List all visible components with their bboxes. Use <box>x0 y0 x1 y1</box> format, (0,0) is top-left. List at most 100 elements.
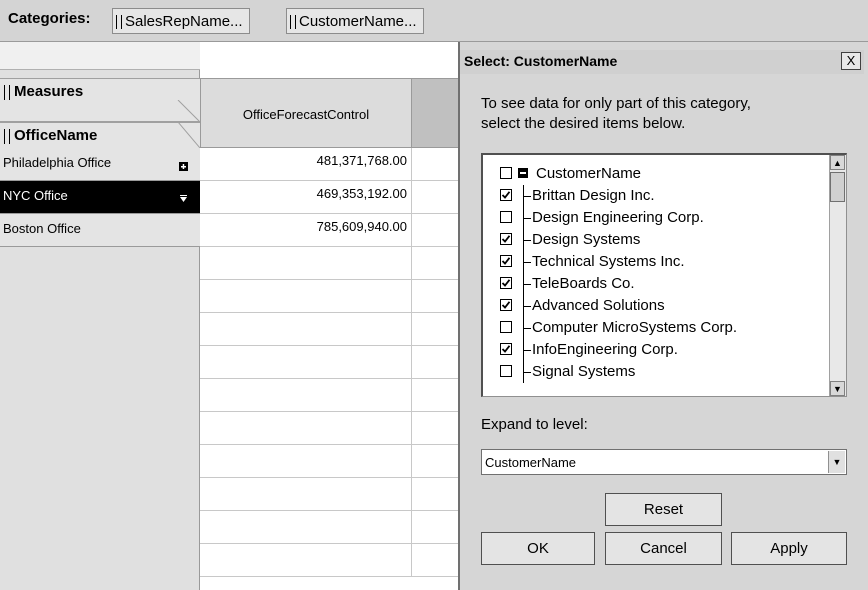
tree-connector <box>520 361 532 383</box>
row-header-label: Boston Office <box>3 221 81 236</box>
checkmark-icon <box>501 345 511 353</box>
tab-notch <box>178 122 200 148</box>
grid-cell[interactable] <box>200 346 412 379</box>
close-button[interactable]: X <box>841 52 861 70</box>
grid-cell[interactable] <box>412 214 460 247</box>
list-item-label: CustomerName <box>536 165 642 182</box>
grid-cell[interactable] <box>412 346 460 379</box>
close-icon: X <box>846 53 856 68</box>
grid-cell[interactable] <box>200 511 412 544</box>
grid-cell[interactable] <box>200 379 412 412</box>
grid-cell[interactable] <box>412 181 460 214</box>
grid-cell[interactable] <box>412 445 460 478</box>
checkmark-icon <box>501 191 511 199</box>
list-item-label: InfoEngineering Corp. <box>532 341 678 358</box>
grid-cell[interactable] <box>412 412 460 445</box>
grid-cell[interactable] <box>200 445 412 478</box>
checkbox[interactable] <box>500 277 512 289</box>
checkbox[interactable] <box>500 211 512 223</box>
grid-cell[interactable] <box>200 478 412 511</box>
drag-handle-icon[interactable] <box>4 129 10 144</box>
checkbox[interactable] <box>500 343 512 355</box>
drag-handle-icon[interactable] <box>116 15 122 29</box>
grid-cell[interactable] <box>200 247 412 280</box>
checkbox[interactable] <box>500 189 512 201</box>
categories-label: Categories: <box>8 10 91 27</box>
checkbox[interactable] <box>500 299 512 311</box>
grid-cell[interactable] <box>412 511 460 544</box>
checkbox[interactable] <box>500 233 512 245</box>
row-header-philadelphia[interactable]: Philadelphia Office <box>0 148 200 181</box>
grid-cell[interactable] <box>412 148 460 181</box>
category-chip-label: SalesRepName... <box>125 13 243 30</box>
list-item-label: Design Systems <box>532 231 641 248</box>
list-item-label: Brittan Design Inc. <box>532 187 655 204</box>
checkbox[interactable] <box>500 167 512 179</box>
grid-cell[interactable] <box>412 280 460 313</box>
list-item-label: Technical Systems Inc. <box>532 253 685 270</box>
scroll-up-icon[interactable]: ▲ <box>830 155 845 170</box>
dialog-instructions: To see data for only part of this catego… <box>481 94 841 134</box>
list-item-label: TeleBoards Co. <box>532 275 635 292</box>
grid-cell[interactable] <box>412 313 460 346</box>
chevron-down-icon[interactable]: ▼ <box>828 451 845 473</box>
drag-handle-icon[interactable] <box>290 15 296 29</box>
checkmark-icon <box>501 257 511 265</box>
apply-button[interactable]: Apply <box>731 532 847 565</box>
expand-level-label: Expand to level: <box>481 416 588 433</box>
tab-divider <box>0 100 200 122</box>
cancel-button[interactable]: Cancel <box>605 532 722 565</box>
category-chip-label: CustomerName... <box>299 13 417 30</box>
checkbox[interactable] <box>500 365 512 377</box>
expand-icon[interactable] <box>179 162 188 171</box>
drag-handle-icon[interactable] <box>4 85 10 100</box>
tree-connector <box>520 229 532 251</box>
row-header-label: Philadelphia Office <box>3 155 112 170</box>
tree-connector <box>520 185 532 207</box>
grid-cell[interactable] <box>412 379 460 412</box>
grid-cell[interactable] <box>200 412 412 445</box>
checkmark-icon <box>501 235 511 243</box>
reset-button[interactable]: Reset <box>605 493 722 526</box>
grid-cell[interactable] <box>200 280 412 313</box>
tree-connector <box>520 207 532 229</box>
row-header-boston[interactable]: Boston Office <box>0 214 200 247</box>
instruction-line: To see data for only part of this catego… <box>481 95 751 112</box>
category-chip-customer[interactable]: CustomerName... <box>286 8 424 34</box>
checkmark-icon <box>501 279 511 287</box>
collapse-icon[interactable] <box>179 195 188 204</box>
grid-cell[interactable] <box>200 313 412 346</box>
checkmark-icon <box>501 301 511 309</box>
tab-office-name[interactable]: OfficeName <box>0 122 200 148</box>
tab-office-name-label: OfficeName <box>14 127 98 144</box>
checkbox[interactable] <box>500 321 512 333</box>
ok-button[interactable]: OK <box>481 532 595 565</box>
tree-connector <box>520 339 532 361</box>
grid-cell[interactable] <box>200 544 412 577</box>
grid-cell[interactable]: 481,371,768.00 <box>200 148 412 181</box>
corner-cell <box>0 42 200 70</box>
grid-cell[interactable]: 785,609,940.00 <box>200 214 412 247</box>
column-header[interactable]: OfficeForecastControl <box>200 78 412 148</box>
dialog-title: Select: CustomerName <box>460 50 864 74</box>
tree-connector <box>520 273 532 295</box>
tree-connector <box>520 251 532 273</box>
grid-cell[interactable] <box>412 478 460 511</box>
row-header-nyc[interactable]: NYC Office <box>0 181 200 214</box>
grid-cell[interactable] <box>412 247 460 280</box>
row-header-label: NYC Office <box>3 188 68 203</box>
collapse-tree-icon[interactable] <box>518 168 528 178</box>
list-item-label: Signal Systems <box>532 363 636 380</box>
list-item-label: Advanced Solutions <box>532 297 665 314</box>
column-header-empty <box>412 78 460 148</box>
tree-connector <box>520 295 532 317</box>
tab-measures-label: Measures <box>14 83 84 100</box>
scroll-down-icon[interactable]: ▼ <box>830 381 845 396</box>
grid-cell[interactable]: 469,353,192.00 <box>200 181 412 214</box>
expand-level-select[interactable]: CustomerName <box>481 449 847 475</box>
scroll-thumb[interactable] <box>830 172 845 202</box>
list-item-label: Design Engineering Corp. <box>532 209 704 226</box>
checkbox[interactable] <box>500 255 512 267</box>
grid-cell[interactable] <box>412 544 460 577</box>
category-chip-salesrep[interactable]: SalesRepName... <box>112 8 250 34</box>
